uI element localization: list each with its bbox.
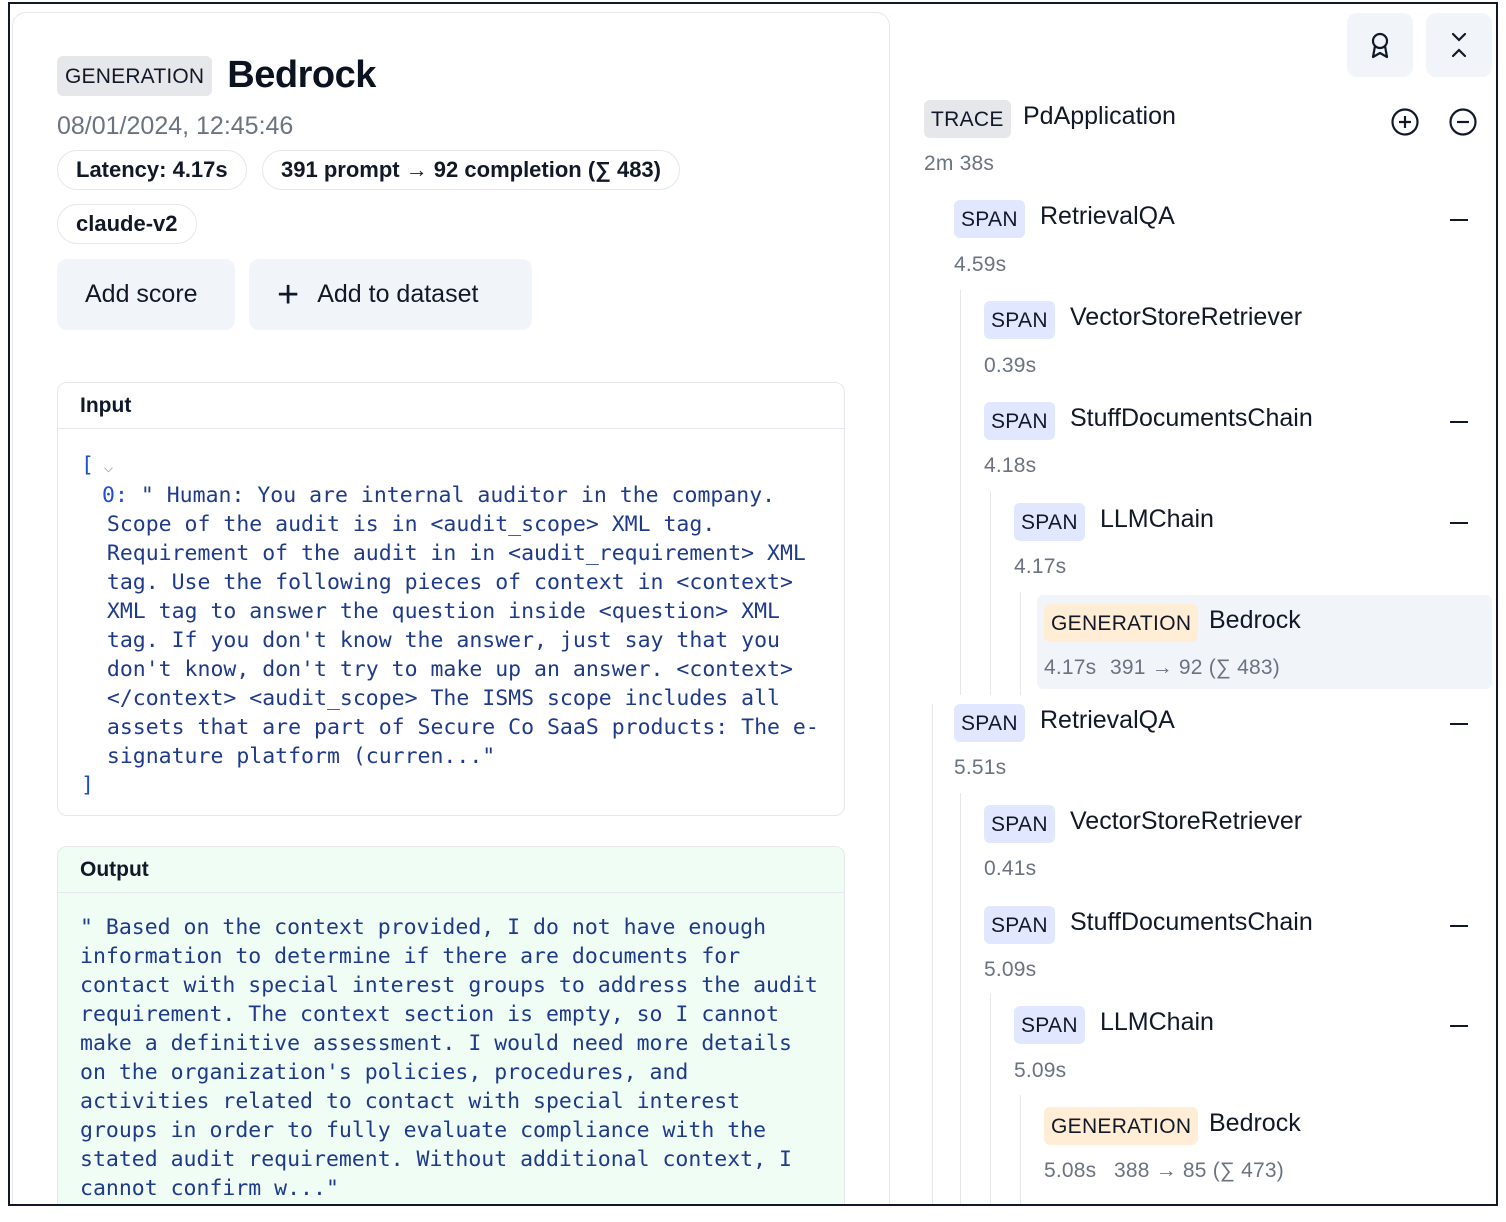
collapse-node-icon[interactable] [1450,522,1468,524]
plus-circle-icon[interactable] [1390,107,1420,137]
node-name: RetrievalQA [1040,706,1175,734]
output-line: groups in order to fully evaluate compli… [80,1118,767,1143]
output-text: " Based on the context provided, I do no… [58,893,844,1203]
tree-line [1020,1095,1021,1204]
tree-line [990,994,991,1204]
node-duration: 5.51s [954,756,1007,779]
node-duration: 0.41s [984,857,1037,880]
award-icon [1371,32,1389,59]
plus-icon: + [277,273,300,316]
node-name: VectorStoreRetriever [1070,807,1303,835]
node-name: StuffDocumentsChain [1070,908,1313,936]
output-line: information to determine if there are do… [80,944,741,969]
input-line: </context> <audit_scope> The ISMS scope … [106,686,780,711]
close-bracket: ] [81,773,94,798]
output-line: contact with special interest groups to … [80,973,818,998]
output-line: " Based on the context provided, I do no… [80,915,767,940]
minus-circle-icon[interactable] [1448,107,1478,137]
open-bracket: [ [81,453,94,478]
input-json-viewer[interactable]: [ ⌵ 0: " Human: You are internal auditor… [58,429,844,800]
input-header: Input [58,383,844,429]
observation-title: Bedrock [227,54,376,96]
node-duration: 5.09s [984,958,1037,981]
app-frame: GENERATION Bedrock 08/01/2024, 12:45:46 … [8,2,1498,1206]
collapse-node-icon[interactable] [1450,219,1468,221]
span-tag: SPAN [984,805,1055,843]
collapse-panel-button[interactable] [1426,13,1492,77]
generation-tag: GENERATION [1044,604,1199,642]
collapse-node-icon[interactable] [1450,1025,1468,1027]
node-duration: 5.09s [1014,1059,1067,1082]
node-name: VectorStoreRetriever [1070,303,1303,331]
tree-line [932,704,933,1204]
node-tokens: 388 → 85 (∑ 473) [1114,1159,1284,1182]
node-duration: 5.08s [1044,1159,1097,1182]
input-line: signature platform (curren..." [106,744,496,769]
collapse-node-icon[interactable] [1450,925,1468,927]
output-line: requirement. The context section is empt… [80,1002,779,1027]
model-badge: claude-v2 [57,204,197,244]
generation-tag: GENERATION [1044,1107,1199,1145]
node-duration: 4.59s [954,253,1007,276]
span-tag: SPAN [954,704,1025,742]
add-to-dataset-label: Add to dataset [317,280,479,308]
span-tag: SPAN [984,301,1055,339]
node-name: Bedrock [1209,1109,1301,1137]
add-score-button[interactable]: Add score [57,259,235,330]
timestamp: 08/01/2024, 12:45:46 [57,112,294,140]
tree-line [960,793,961,1204]
observation-type-badge: GENERATION [57,55,213,96]
input-line: assets that are part of Secure Co SaaS p… [106,715,819,740]
span-tag: SPAN [984,906,1055,944]
span-tag: SPAN [1014,1006,1085,1044]
node-duration: 4.17s [1014,555,1067,578]
collapse-node-icon[interactable] [1450,723,1468,725]
input-line: tag. If you don't know the answer, just … [106,628,780,653]
span-tag: SPAN [954,200,1025,238]
output-line: make a definitive assessment. I would ne… [80,1031,792,1056]
collapse-icon [1451,32,1467,58]
collapse-node-icon[interactable] [1450,421,1468,423]
award-button[interactable] [1347,13,1413,77]
node-duration: 0.39s [984,354,1037,377]
input-line: Requirement of the audit in in <audit_re… [106,541,806,566]
trace-name: PdApplication [1023,102,1176,130]
input-line: don't know, don't try to make up an answ… [106,657,793,682]
tree-line [990,491,991,695]
output-line: stated audit requirement. Without additi… [80,1147,792,1172]
trace-duration: 2m 38s [924,152,995,175]
latency-badge: Latency: 4.17s [57,150,247,190]
node-name: LLMChain [1100,505,1214,533]
node-name: Bedrock [1209,606,1301,634]
output-header: Output [58,847,844,893]
output-line: cannot confirm w..." [80,1176,339,1201]
output-line: activities related to contact with speci… [80,1089,741,1114]
chevron-down-icon[interactable]: ⌵ [94,457,114,476]
trace-tag: TRACE [924,100,1011,138]
detail-title-row: GENERATION Bedrock [57,54,376,97]
node-name: LLMChain [1100,1008,1214,1036]
span-tag: SPAN [984,402,1055,440]
array-index: 0: [102,483,128,508]
node-tokens: 391 → 92 (∑ 483) [1110,656,1280,679]
input-section: Input [ ⌵ 0: " Human: You are internal a… [57,382,845,816]
input-line: " Human: You are internal auditor in the… [140,483,776,508]
input-line: XML tag to answer the question inside <q… [106,599,780,624]
output-line: on the organization's policies, procedur… [80,1060,689,1085]
node-name: RetrievalQA [1040,202,1175,230]
add-to-dataset-button[interactable]: + Add to dataset [249,259,532,330]
node-duration: 4.17s [1044,656,1097,679]
span-tag: SPAN [1014,503,1085,541]
output-section: Output " Based on the context provided, … [57,846,845,1204]
tree-line [960,290,961,695]
node-name: StuffDocumentsChain [1070,404,1313,432]
input-line: Scope of the audit is in <audit_scope> X… [106,512,716,537]
node-duration: 4.18s [984,454,1037,477]
tree-line [1020,592,1021,695]
token-usage-badge: 391 prompt → 92 completion (∑ 483) [262,150,680,190]
input-line: tag. Use the following pieces of context… [106,570,793,595]
